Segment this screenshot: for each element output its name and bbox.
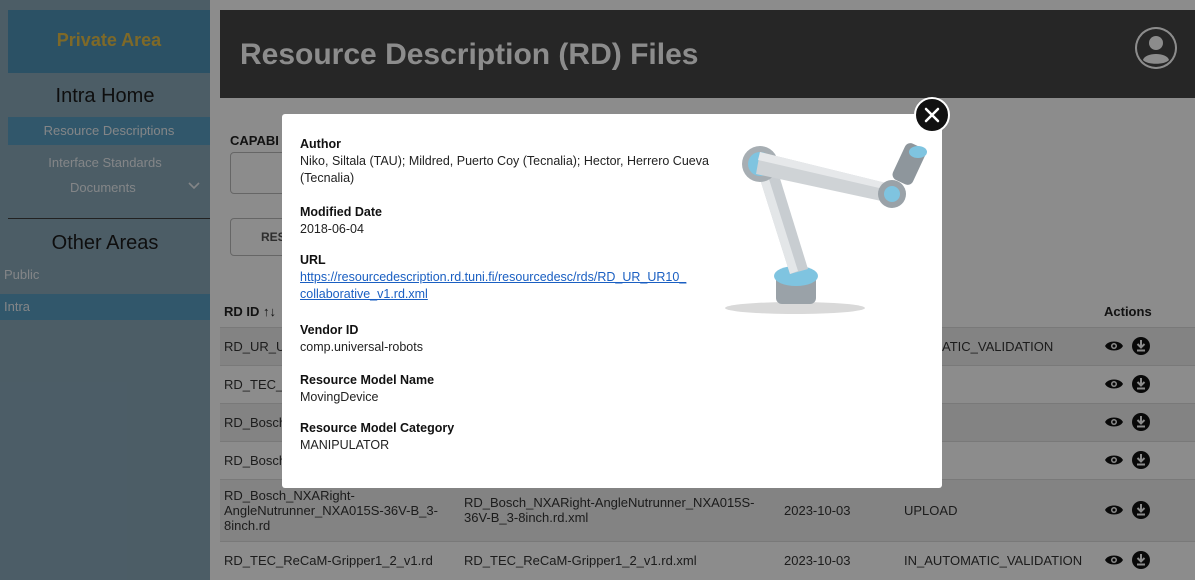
vendor-id-field: Vendor ID comp.universal-robots bbox=[300, 322, 740, 356]
modified-date-value: 2018-06-04 bbox=[300, 222, 364, 236]
url-label: URL bbox=[300, 253, 326, 267]
resource-model-name-field: Resource Model Name MovingDevice bbox=[300, 372, 740, 406]
robot-arm-image bbox=[720, 124, 940, 324]
resource-model-name-value: MovingDevice bbox=[300, 390, 379, 404]
author-field: Author Niko, Siltala (TAU); Mildred, Pue… bbox=[300, 136, 740, 187]
author-value: Niko, Siltala (TAU); Mildred, Puerto Coy… bbox=[300, 154, 709, 185]
resource-model-category-field: Resource Model Category MANIPULATOR bbox=[300, 420, 740, 454]
close-icon[interactable] bbox=[914, 97, 950, 133]
url-link-continued[interactable]: collaborative_v1.rd.xml bbox=[300, 286, 740, 303]
resource-model-category-value: MANIPULATOR bbox=[300, 438, 390, 452]
url-field: URL https://resourcedescription.rd.tuni.… bbox=[300, 252, 740, 303]
vendor-id-value: comp.universal-robots bbox=[300, 340, 423, 354]
modified-date-label: Modified Date bbox=[300, 205, 382, 219]
vendor-id-label: Vendor ID bbox=[300, 323, 359, 337]
url-link[interactable]: https://resourcedescription.rd.tuni.fi/r… bbox=[300, 269, 740, 286]
resource-model-category-label: Resource Model Category bbox=[300, 421, 455, 435]
modified-date-field: Modified Date 2018-06-04 bbox=[300, 204, 740, 238]
resource-model-name-label: Resource Model Name bbox=[300, 373, 435, 387]
author-label: Author bbox=[300, 137, 341, 151]
